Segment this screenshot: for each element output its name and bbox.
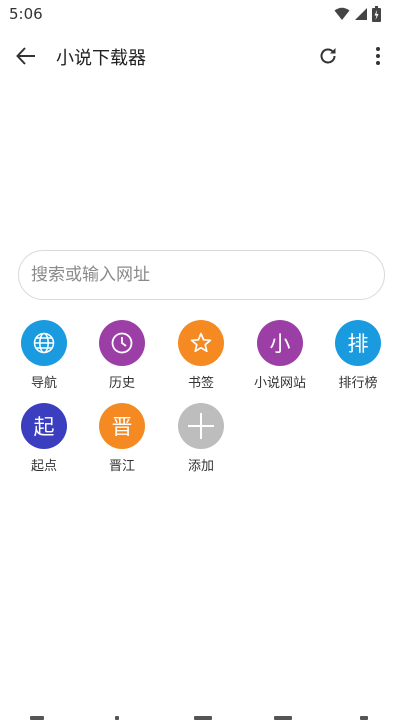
- bottom-bar-mark: [360, 716, 368, 720]
- status-icons: [334, 6, 381, 22]
- shortcut-add[interactable]: 添加: [171, 403, 231, 474]
- more-vert-icon: [376, 47, 380, 65]
- bottom-bar-mark: [274, 716, 292, 720]
- star-icon: [190, 332, 212, 353]
- bottom-bar-mark: [194, 716, 212, 720]
- shortcut-jinjiang-circle: 晋: [99, 403, 145, 449]
- shortcut-label: 小说网站: [253, 376, 306, 391]
- shortcut-glyph: 起: [33, 415, 55, 439]
- shortcut-label: 历史: [108, 376, 135, 391]
- clock-icon: [111, 332, 133, 354]
- shortcut-rankings[interactable]: 排 排行榜: [328, 320, 388, 391]
- shortcut-glyph: 晋: [111, 415, 133, 439]
- battery-icon: [372, 6, 381, 22]
- back-arrow-icon: [16, 47, 35, 65]
- plus-icon: [188, 413, 214, 439]
- status-bar: 5:06: [0, 0, 405, 28]
- shortcut-label: 书签: [187, 376, 214, 391]
- shortcut-qidian[interactable]: 起 起点: [14, 403, 74, 474]
- shortcut-bookmarks-circle: [178, 320, 224, 366]
- shortcut-history[interactable]: 历史: [92, 320, 152, 391]
- shortcut-label: 添加: [187, 459, 214, 474]
- globe-icon: [33, 332, 55, 354]
- page-title: 小说下载器: [56, 48, 146, 69]
- shortcut-label: 晋江: [108, 459, 135, 474]
- shortcut-label: 起点: [30, 459, 57, 474]
- shortcut-navigation[interactable]: 导航: [14, 320, 74, 391]
- shortcut-novel-sites-circle: 小: [257, 320, 303, 366]
- shortcut-rankings-circle: 排: [335, 320, 381, 366]
- signal-icon: [355, 8, 367, 20]
- bottom-bar-mark: [30, 716, 44, 720]
- bottom-bar-mark: [115, 716, 119, 720]
- shortcut-label: 排行榜: [338, 376, 378, 391]
- shortcut-history-circle: [99, 320, 145, 366]
- shortcut-bookmarks[interactable]: 书签: [171, 320, 231, 391]
- shortcut-add-circle: [178, 403, 224, 449]
- refresh-button[interactable]: [310, 36, 346, 76]
- bottom-bar: [0, 712, 405, 720]
- app-bar: 小说下载器: [0, 28, 405, 84]
- search-input[interactable]: [31, 251, 371, 299]
- shortcut-navigation-circle: [21, 320, 67, 366]
- back-button[interactable]: [8, 36, 44, 76]
- shortcut-qidian-circle: 起: [21, 403, 67, 449]
- more-options-button[interactable]: [360, 36, 396, 76]
- status-time: 5:06: [9, 5, 43, 23]
- wifi-icon: [334, 7, 350, 20]
- shortcut-glyph: 小: [269, 332, 291, 356]
- shortcut-jinjiang[interactable]: 晋 晋江: [92, 403, 152, 474]
- search-box[interactable]: [18, 250, 385, 300]
- refresh-icon: [320, 48, 336, 64]
- shortcut-label: 导航: [30, 376, 57, 391]
- shortcut-novel-sites[interactable]: 小 小说网站: [250, 320, 310, 391]
- shortcut-glyph: 排: [347, 332, 369, 356]
